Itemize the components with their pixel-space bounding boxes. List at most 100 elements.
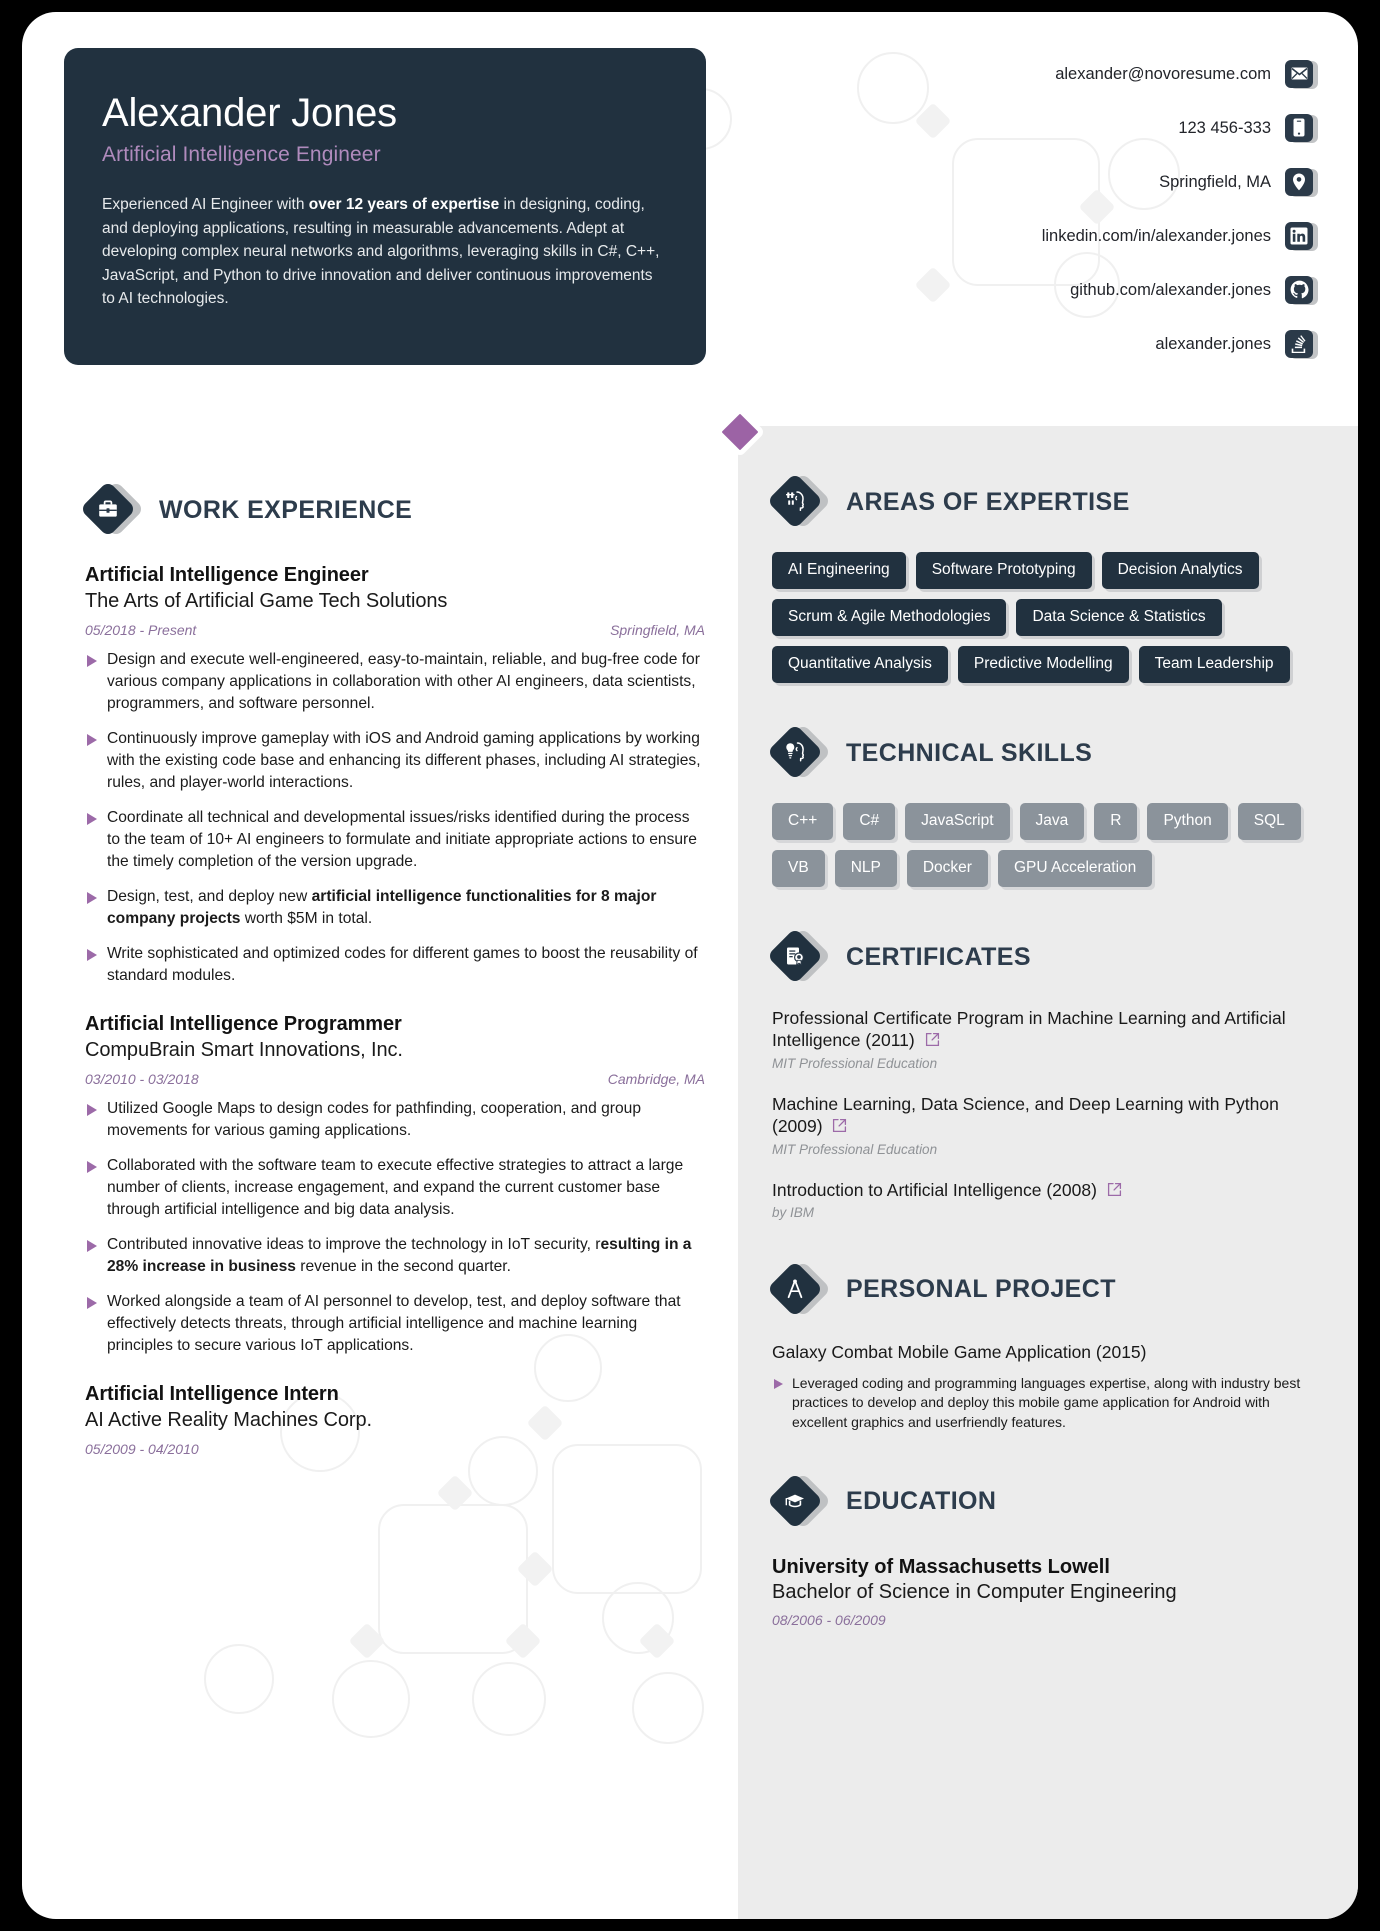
bullet-text: Coordinate all technical and development… bbox=[107, 808, 697, 870]
external-link-icon[interactable] bbox=[832, 1116, 847, 1138]
certificate-name-text: Introduction to Artificial Intelligence … bbox=[772, 1179, 1097, 1200]
contact-row-github[interactable]: github.com/alexander.jones bbox=[758, 274, 1318, 306]
certificate-issuer: MIT Professional Education bbox=[772, 1141, 938, 1157]
expertise-tag[interactable]: Quantitative Analysis bbox=[772, 646, 948, 683]
expertise-tag[interactable]: Team Leadership bbox=[1138, 646, 1290, 683]
section-title-work-experience: WORK EXPERIENCE bbox=[159, 495, 413, 524]
bullet-text: Utilized Google Maps to design codes for… bbox=[107, 1099, 641, 1139]
job-title: Artificial Intelligence Engineer bbox=[85, 564, 369, 586]
job-location: Cambridge, MA bbox=[607, 1070, 705, 1087]
bullet-text: Design and execute well-engineered, easy… bbox=[107, 651, 700, 712]
expertise-tag[interactable]: Data Science & Statistics bbox=[1016, 599, 1222, 636]
skill-tag[interactable]: Python bbox=[1147, 803, 1228, 840]
project-bullet-list: Leveraged coding and programming languag… bbox=[772, 1374, 1324, 1432]
stackoverflow-icon bbox=[1285, 328, 1318, 361]
certificate-name-text: Machine Learning, Data Science, and Deep… bbox=[772, 1093, 1279, 1137]
skill-tag[interactable]: R bbox=[1094, 803, 1138, 840]
skill-tag[interactable]: VB bbox=[772, 850, 825, 887]
expertise-tag[interactable]: Decision Analytics bbox=[1101, 552, 1259, 589]
skill-tag[interactable]: NLP bbox=[834, 850, 897, 887]
page-title: Alexander Jones bbox=[102, 91, 397, 135]
header-card: Alexander Jones Artificial Intelligence … bbox=[64, 48, 706, 365]
section-title-technical-skills: TECHNICAL SKILLS bbox=[846, 738, 1093, 767]
certificate-name: Professional Certificate Program in Mach… bbox=[772, 1007, 1324, 1053]
contact-linkedin-text: linkedin.com/in/alexander.jones bbox=[1041, 226, 1271, 245]
section-header-expertise: AREAS OF EXPERTISE bbox=[766, 472, 1324, 530]
education-dates: 08/2006 - 06/2009 bbox=[772, 1611, 886, 1628]
contact-row-email[interactable]: alexander@novoresume.com bbox=[758, 58, 1318, 90]
right-sidebar-panel: AREAS OF EXPERTISE AI Engineering Softwa… bbox=[738, 426, 1358, 1919]
section-title-certificates: CERTIFICATES bbox=[846, 942, 1031, 971]
job-meta: 05/2018 - Present Springfield, MA bbox=[85, 622, 705, 638]
job-location: Springfield, MA bbox=[610, 622, 705, 638]
skill-tag[interactable]: C++ bbox=[772, 803, 834, 840]
section-title-personal-project: PERSONAL PROJECT bbox=[846, 1275, 1116, 1304]
section-header-personal-project: PERSONAL PROJECT bbox=[766, 1260, 1324, 1318]
certificate-name: Machine Learning, Data Science, and Deep… bbox=[772, 1093, 1324, 1139]
list-item: Collaborated with the software team to e… bbox=[85, 1155, 705, 1221]
list-item: Contributed innovative ideas to improve … bbox=[85, 1234, 705, 1278]
expertise-tag[interactable]: Software Prototyping bbox=[915, 552, 1092, 589]
contact-list: alexander@novoresume.com 123 456-333 Spr… bbox=[758, 58, 1318, 360]
compass-icon bbox=[766, 1260, 832, 1318]
contact-github-text: github.com/alexander.jones bbox=[1070, 280, 1271, 299]
certificate-issuer: MIT Professional Education bbox=[772, 1055, 938, 1071]
job-dates: 05/2018 - Present bbox=[85, 622, 197, 638]
bullet-text: Continuously improve gameplay with iOS a… bbox=[107, 729, 701, 791]
linkedin-icon bbox=[1285, 220, 1318, 253]
education-degree: Bachelor of Science in Computer Engineer… bbox=[772, 1580, 1177, 1603]
contact-row-phone[interactable]: 123 456-333 bbox=[758, 112, 1318, 144]
skill-tag[interactable]: Docker bbox=[906, 850, 988, 887]
list-item: Continuously improve gameplay with iOS a… bbox=[85, 728, 705, 794]
skill-tag[interactable]: C# bbox=[843, 803, 896, 840]
contact-row-stackoverflow[interactable]: alexander.jones bbox=[758, 328, 1318, 360]
section-title-education: EDUCATION bbox=[846, 1487, 997, 1516]
expertise-tag-list: AI Engineering Software Prototyping Deci… bbox=[772, 552, 1324, 683]
summary-text-bold: over 12 years of expertise bbox=[308, 196, 500, 213]
expertise-tag[interactable]: AI Engineering bbox=[772, 552, 906, 589]
expertise-tag[interactable]: Predictive Modelling bbox=[957, 646, 1129, 683]
skill-tag[interactable]: JavaScript bbox=[905, 803, 1010, 840]
job-title: Artificial Intelligence Programmer bbox=[85, 1012, 402, 1035]
job-entry: Artificial Intelligence Intern AI Active… bbox=[85, 1383, 705, 1457]
contact-row-linkedin[interactable]: linkedin.com/in/alexander.jones bbox=[758, 220, 1318, 252]
phone-icon bbox=[1285, 112, 1318, 145]
briefcase-icon bbox=[79, 480, 145, 538]
certificate-issuer: by IBM bbox=[772, 1204, 815, 1220]
section-header-work-experience: WORK EXPERIENCE bbox=[79, 480, 705, 538]
summary-text-1: Experienced AI Engineer with bbox=[102, 196, 309, 213]
certificate-item: Professional Certificate Program in Mach… bbox=[772, 1007, 1324, 1071]
skill-tag[interactable]: Java bbox=[1019, 803, 1085, 840]
job-company: CompuBrain Smart Innovations, Inc. bbox=[85, 1038, 403, 1061]
external-link-icon[interactable] bbox=[1107, 1180, 1122, 1202]
contact-email-text: alexander@novoresume.com bbox=[1055, 64, 1271, 83]
graduation-cap-icon bbox=[766, 1472, 832, 1530]
list-item: Utilized Google Maps to design codes for… bbox=[85, 1098, 705, 1142]
expertise-tag[interactable]: Scrum & Agile Methodologies bbox=[772, 599, 1007, 636]
external-link-icon[interactable] bbox=[925, 1030, 940, 1052]
job-title: Artificial Intelligence Intern bbox=[85, 1382, 339, 1405]
project-name: Galaxy Combat Mobile Game Application (2… bbox=[772, 1341, 1147, 1362]
envelope-icon bbox=[1285, 58, 1318, 91]
list-item: Design, test, and deploy new artificial … bbox=[85, 886, 705, 930]
job-company: AI Active Reality Machines Corp. bbox=[85, 1408, 372, 1431]
skill-tag[interactable]: SQL bbox=[1237, 803, 1301, 840]
job-bullet-list: Design and execute well-engineered, easy… bbox=[85, 649, 705, 987]
bullet-text: Worked alongside a team of AI personnel … bbox=[107, 1292, 681, 1354]
job-meta: 05/2009 - 04/2010 bbox=[85, 1441, 705, 1457]
education-school: University of Massachusetts Lowell bbox=[772, 1555, 1110, 1578]
job-dates: 03/2010 - 03/2018 bbox=[85, 1070, 199, 1087]
list-item: Design and execute well-engineered, easy… bbox=[85, 649, 705, 715]
section-header-certificates: CERTIFICATES bbox=[766, 927, 1324, 985]
contact-row-location[interactable]: Springfield, MA bbox=[758, 166, 1318, 198]
contact-location-text: Springfield, MA bbox=[1159, 172, 1271, 191]
job-dates: 05/2009 - 04/2010 bbox=[85, 1440, 199, 1457]
job-company: The Arts of Artificial Game Tech Solutio… bbox=[85, 590, 448, 612]
header-summary: Experienced AI Engineer with over 12 yea… bbox=[102, 193, 668, 311]
certificate-item: Machine Learning, Data Science, and Deep… bbox=[772, 1093, 1324, 1157]
certificate-name: Introduction to Artificial Intelligence … bbox=[772, 1179, 1324, 1202]
skill-tag[interactable]: GPU Acceleration bbox=[997, 850, 1153, 887]
section-title-expertise: AREAS OF EXPERTISE bbox=[846, 487, 1130, 516]
list-item: Coordinate all technical and development… bbox=[85, 807, 705, 873]
github-icon bbox=[1285, 274, 1318, 307]
